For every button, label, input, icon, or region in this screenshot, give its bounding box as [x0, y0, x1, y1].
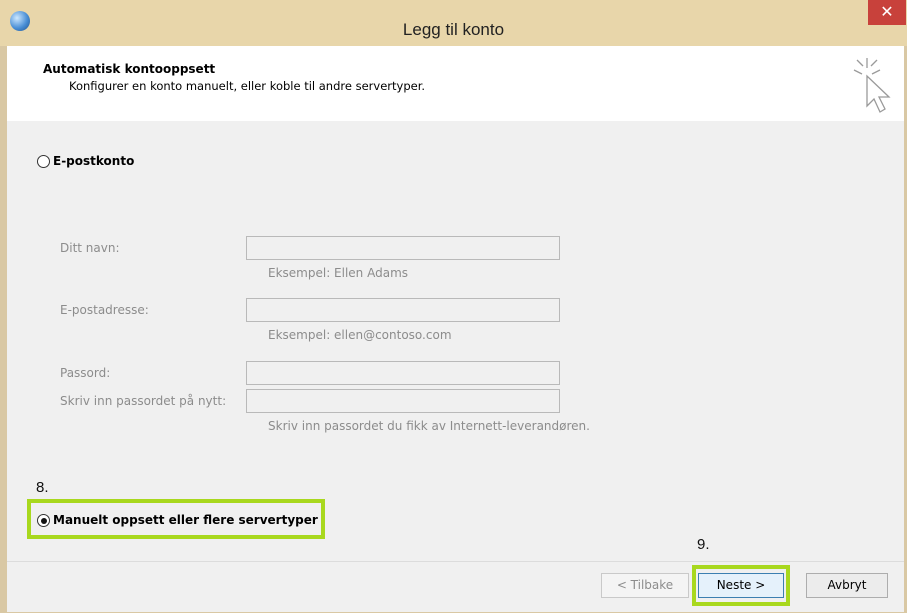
password-label: Passord:: [60, 366, 111, 380]
cursor-click-icon: [853, 58, 891, 113]
manual-setup-radio[interactable]: [37, 514, 50, 527]
close-icon: ✕: [880, 2, 894, 21]
add-account-dialog: Legg til konto ✕ Automatisk kontooppsett…: [0, 0, 907, 613]
dialog-footer: < Tilbake Neste > Avbryt: [7, 561, 904, 612]
retype-password-label: Skriv inn passordet på nytt:: [60, 394, 227, 408]
step-8-annotation: 8.: [36, 479, 49, 496]
header-title: Automatisk kontooppsett: [43, 62, 216, 76]
next-button[interactable]: Neste >: [698, 573, 784, 598]
name-field[interactable]: [246, 236, 560, 260]
email-account-radio[interactable]: [37, 155, 50, 168]
password-hint: Skriv inn passordet du fikk av Internett…: [268, 419, 590, 433]
password-field[interactable]: [246, 361, 560, 385]
header-subtitle: Konfigurer en konto manuelt, eller koble…: [69, 79, 426, 93]
email-field[interactable]: [246, 298, 560, 322]
email-account-label[interactable]: E-postkonto: [53, 154, 134, 168]
email-label: E-postadresse:: [60, 303, 149, 317]
close-button[interactable]: ✕: [868, 0, 906, 25]
title-bar[interactable]: Legg til konto ✕: [0, 0, 907, 46]
retype-password-field[interactable]: [246, 389, 560, 413]
email-hint: Eksempel: ellen@contoso.com: [268, 328, 452, 342]
cancel-button[interactable]: Avbryt: [806, 573, 888, 598]
window-title: Legg til konto: [402, 20, 505, 39]
manual-setup-label[interactable]: Manuelt oppsett eller flere servertyper: [53, 513, 318, 527]
step-9-annotation: 9.: [697, 536, 710, 553]
back-button[interactable]: < Tilbake: [601, 573, 689, 598]
content-area: E-postkonto Ditt navn: Eksempel: Ellen A…: [7, 121, 904, 561]
name-hint: Eksempel: Ellen Adams: [268, 266, 409, 280]
name-label: Ditt navn:: [60, 241, 120, 255]
dialog-header: Automatisk kontooppsett Konfigurer en ko…: [7, 46, 904, 122]
